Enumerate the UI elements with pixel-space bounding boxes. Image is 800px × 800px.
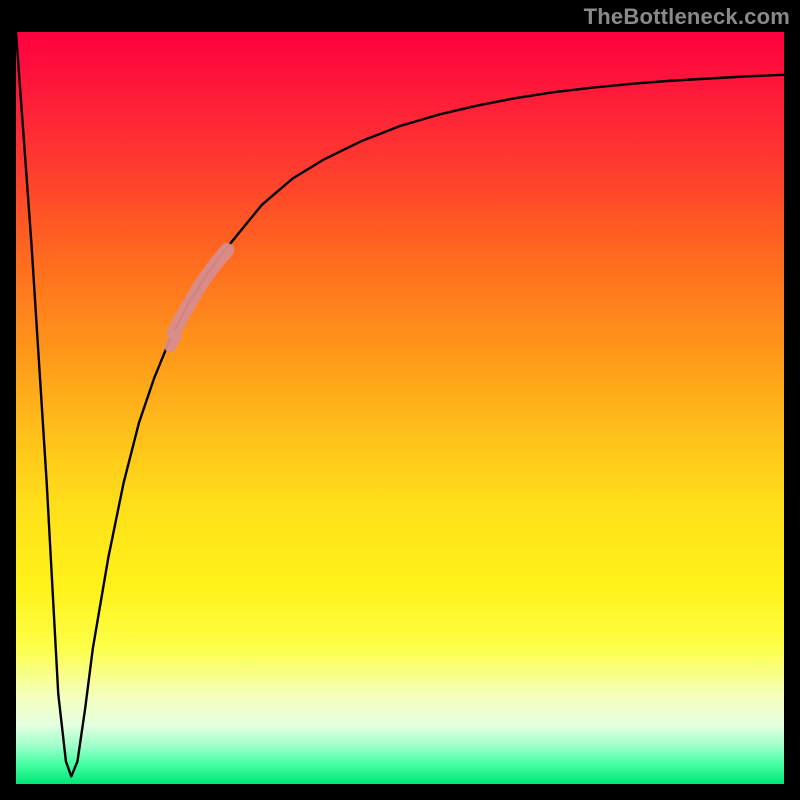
chart-svg xyxy=(16,32,784,784)
highlight-segment xyxy=(170,250,227,346)
plot-outer-frame xyxy=(16,32,784,784)
chart-container: TheBottleneck.com xyxy=(0,0,800,800)
attribution-text: TheBottleneck.com xyxy=(584,4,790,30)
bottleneck-curve xyxy=(16,32,784,776)
